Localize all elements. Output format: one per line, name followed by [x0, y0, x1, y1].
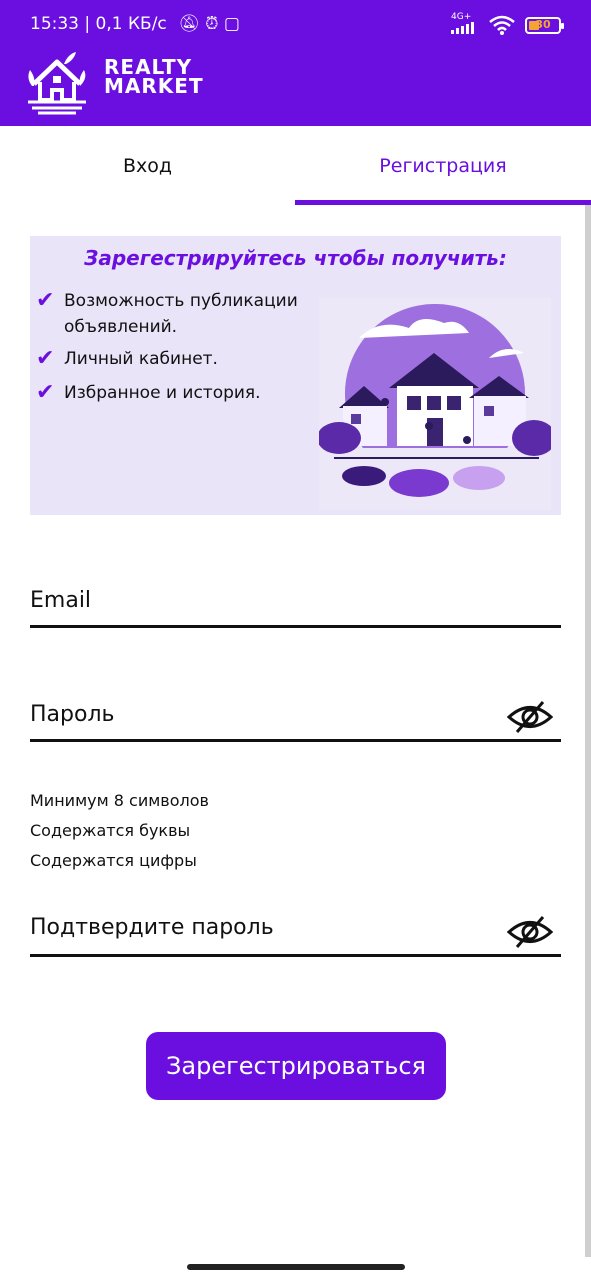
requirement-item: Минимум 8 символов [30, 791, 209, 810]
status-time: 15:33 | 0,1 КБ/с 🔕︎ ⏰︎ ▢ [30, 14, 240, 34]
email-field[interactable]: Email [30, 586, 561, 631]
email-underline [30, 625, 561, 628]
logo-line-2: MARKET [104, 74, 204, 98]
clock-text: 15:33 [30, 14, 79, 34]
screen-record-icon: ▢ [223, 14, 240, 34]
register-button[interactable]: Зарегестрироваться [146, 1032, 446, 1100]
email-label: Email [30, 588, 92, 613]
tab-login[interactable]: Вход [0, 126, 295, 206]
scrollbar[interactable] [585, 205, 591, 1257]
requirement-item: Содержатся цифры [30, 851, 197, 870]
active-tab-indicator [295, 200, 591, 205]
auth-tabs: Вход Регистрация [0, 126, 591, 206]
muted-bell-icon: 🔕︎ [178, 14, 200, 34]
benefit-text: Возможность публикации объявлений. [64, 291, 298, 337]
signal-icon: 4G+ [451, 13, 479, 37]
confirm-password-field[interactable]: Подтвердите пароль [30, 913, 561, 959]
benefit-text: Личный кабинет. [64, 349, 218, 369]
net-speed-text: | 0,1 КБ/с [84, 14, 167, 34]
app-logo: REALTY MARKET [24, 50, 224, 120]
benefit-text: Избранное и история. [64, 383, 261, 403]
app-header: 15:33 | 0,1 КБ/с 🔕︎ ⏰︎ ▢ 4G+ 30 REALTY M… [0, 0, 591, 126]
battery-level: 30 [535, 17, 551, 31]
benefit-item: ✔ Возможность публикации объявлений. [36, 288, 314, 340]
wifi-icon [489, 15, 515, 35]
check-icon: ✔ [36, 380, 55, 405]
benefit-item: ✔ Избранное и история. [36, 380, 314, 406]
home-indicator[interactable] [187, 1264, 405, 1270]
password-label: Пароль [30, 702, 115, 727]
check-icon: ✔ [36, 346, 55, 371]
battery-icon: 30 [525, 16, 564, 34]
status-right: 4G+ 30 [451, 13, 564, 37]
house-illustration [319, 298, 551, 510]
tab-register[interactable]: Регистрация [295, 126, 591, 206]
eye-off-icon[interactable] [507, 700, 553, 734]
confirm-password-label: Подтвердите пароль [30, 915, 274, 940]
check-icon: ✔ [36, 288, 55, 313]
password-field[interactable]: Пароль [30, 698, 561, 744]
requirement-item: Содержатся буквы [30, 821, 191, 840]
promo-card: Зарегестрируйтесь чтобы получить: ✔ Возм… [30, 236, 561, 515]
network-type: 4G+ [451, 12, 472, 22]
benefit-item: ✔ Личный кабинет. [36, 346, 314, 372]
alarm-icon: ⏰︎ [205, 14, 219, 34]
house-logo-icon [28, 52, 86, 115]
logo-text: REALTY MARKET [104, 57, 204, 98]
status-bar: 15:33 | 0,1 КБ/с 🔕︎ ⏰︎ ▢ 4G+ 30 [0, 0, 591, 50]
promo-title: Зарегестрируйтесь чтобы получить: [84, 246, 507, 270]
eye-off-icon[interactable] [507, 915, 553, 949]
password-underline [30, 739, 561, 742]
confirm-password-underline [30, 954, 561, 957]
